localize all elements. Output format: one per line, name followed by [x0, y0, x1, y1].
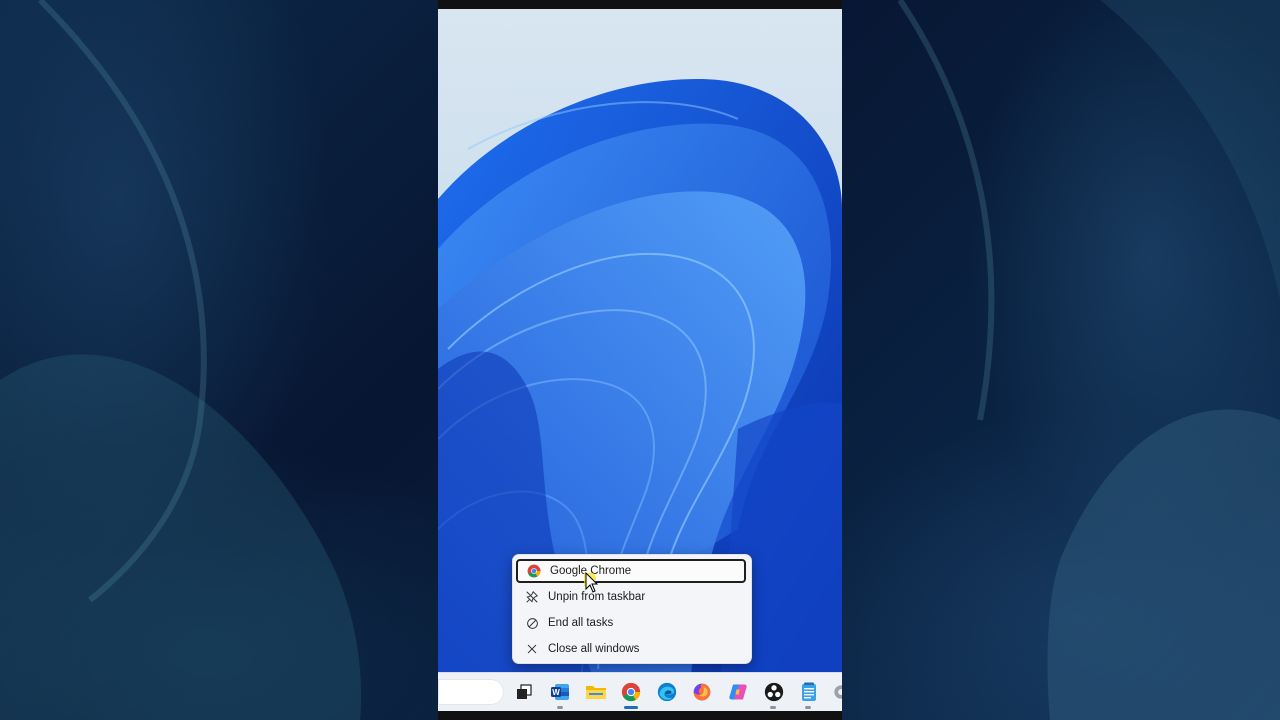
close-icon: [524, 641, 540, 657]
chrome-icon: [526, 563, 542, 579]
end-task-icon: [524, 615, 540, 631]
menu-item-unpin-from-taskbar[interactable]: Unpin from taskbar: [516, 585, 746, 609]
menu-item-label: End all tasks: [548, 617, 614, 629]
search-box[interactable]: [438, 679, 504, 705]
mouse-cursor-icon: [584, 573, 599, 593]
menu-item-end-all-tasks[interactable]: End all tasks: [516, 611, 746, 635]
menu-item-google-chrome[interactable]: Google Chrome: [516, 559, 746, 583]
running-indicator: [770, 706, 776, 709]
desktop-screen: Google Chrome Unpin from taskbar End all…: [438, 9, 842, 711]
edge-icon[interactable]: [656, 681, 678, 703]
taskbar: W: [438, 672, 842, 711]
task-view-icon[interactable]: [513, 681, 535, 703]
obs-icon[interactable]: [763, 681, 785, 703]
video-top-border: [438, 0, 842, 9]
menu-item-close-all-windows[interactable]: Close all windows: [516, 637, 746, 661]
svg-text:W: W: [552, 688, 560, 697]
running-indicator-active: [624, 706, 638, 709]
running-indicator: [805, 706, 811, 709]
file-explorer-icon[interactable]: [585, 681, 607, 703]
running-indicator: [557, 706, 563, 709]
chrome-icon[interactable]: [620, 681, 642, 703]
taskbar-context-menu: Google Chrome Unpin from taskbar End all…: [512, 554, 752, 664]
settings-icon[interactable]: [830, 681, 842, 703]
video-bottom-border: [438, 711, 842, 720]
word-icon[interactable]: W: [549, 681, 571, 703]
notepad-icon[interactable]: [798, 681, 820, 703]
menu-item-label: Close all windows: [548, 643, 640, 655]
firefox-icon[interactable]: [691, 681, 713, 703]
unpin-icon: [524, 589, 540, 605]
copilot-icon[interactable]: [727, 681, 749, 703]
